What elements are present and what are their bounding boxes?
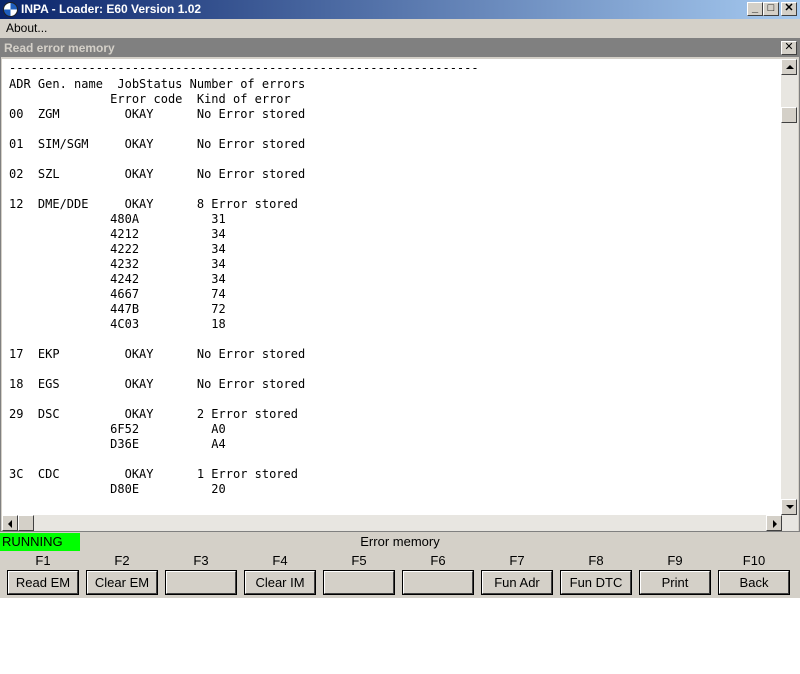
print-button[interactable]: Print — [639, 570, 711, 595]
report-line: 4667 74 — [9, 287, 226, 301]
fkey-label-f9: F9 — [667, 553, 683, 568]
maximize-button[interactable]: □ — [763, 2, 779, 16]
report-line: D36E A4 — [9, 437, 226, 451]
report-line: 01 SIM/SGM OKAY No Error stored — [9, 137, 306, 151]
arrow-down-icon — [786, 505, 794, 509]
fkey-label-f7: F7 — [509, 553, 525, 568]
f3-button[interactable] — [165, 570, 237, 595]
clear-em-button[interactable]: Clear EM — [86, 570, 158, 595]
screen-title: Error memory — [360, 534, 440, 549]
fun-adr-button[interactable]: Fun Adr — [481, 570, 553, 595]
minimize-button[interactable]: _ — [747, 2, 763, 16]
fkey-label-f5: F5 — [351, 553, 367, 568]
clear-im-button[interactable]: Clear IM — [244, 570, 316, 595]
report-line: 4242 34 — [9, 272, 226, 286]
horizontal-scrollbar[interactable] — [2, 515, 798, 531]
error-report-text: ----------------------------------------… — [2, 59, 781, 515]
report-line: 29 DSC OKAY 2 Error stored — [9, 407, 298, 421]
report-line: 6F52 A0 — [9, 422, 226, 436]
menu-item-about[interactable]: About... — [6, 21, 47, 36]
report-header-2: Error code Kind of error — [9, 92, 291, 106]
arrow-right-icon — [773, 520, 777, 528]
report-line: 02 SZL OKAY No Error stored — [9, 167, 306, 181]
vertical-scrollbar[interactable] — [781, 59, 798, 515]
arrow-up-icon — [786, 65, 794, 69]
horizontal-scroll-thumb[interactable] — [18, 515, 34, 531]
report-line: 00 ZGM OKAY No Error stored — [9, 107, 306, 121]
close-button[interactable]: ✕ — [781, 2, 797, 16]
report-line: 12 DME/DDE OKAY 8 Error stored — [9, 197, 298, 211]
report-line: 18 EGS OKAY No Error stored — [9, 377, 306, 391]
status-row: RUNNING Error memory — [0, 532, 800, 552]
fkey-label-f8: F8 — [588, 553, 604, 568]
report-line: 4212 34 — [9, 227, 226, 241]
report-divider: ----------------------------------------… — [9, 61, 479, 75]
report-line: 3C CDC OKAY 1 Error stored — [9, 467, 298, 481]
fkey-label-f1: F1 — [35, 553, 51, 568]
read-em-button[interactable]: Read EM — [7, 570, 79, 595]
report-line: 4232 34 — [9, 257, 226, 271]
report-line: 4222 34 — [9, 242, 226, 256]
report-header-1: ADR Gen. name JobStatus Number of errors — [9, 77, 306, 91]
report-line: 4C03 18 — [9, 317, 226, 331]
fkey-label-f2: F2 — [114, 553, 130, 568]
arrow-left-icon — [8, 520, 12, 528]
child-window-title: Read error memory — [4, 41, 115, 55]
scroll-right-button[interactable] — [766, 515, 782, 531]
menu-bar: About... — [0, 19, 800, 38]
scroll-up-button[interactable] — [781, 59, 797, 75]
title-bar: INPA - Loader: E60 Version 1.02 _ □ ✕ — [0, 0, 800, 19]
fkey-label-f6: F6 — [430, 553, 446, 568]
vertical-scroll-thumb[interactable] — [781, 107, 797, 123]
window-title: INPA - Loader: E60 Version 1.02 — [21, 2, 202, 16]
running-status-badge: RUNNING — [0, 533, 80, 551]
scroll-down-button[interactable] — [781, 499, 797, 515]
read-error-memory-window: Read error memory ✕ --------------------… — [0, 38, 800, 532]
report-line: 447B 72 — [9, 302, 226, 316]
report-line: 480A 31 — [9, 212, 226, 226]
fun-dtc-button[interactable]: Fun DTC — [560, 570, 632, 595]
f5-button[interactable] — [323, 570, 395, 595]
child-title-bar: Read error memory ✕ — [1, 39, 799, 57]
fkey-label-f3: F3 — [193, 553, 209, 568]
function-key-bar: F1 F2 F3 F4 F5 F6 F7 F8 F9 F10 Read EM C… — [0, 552, 800, 598]
f6-button[interactable] — [402, 570, 474, 595]
report-line: D80E 20 — [9, 482, 226, 496]
report-line: 17 EKP OKAY No Error stored — [9, 347, 306, 361]
fkey-label-f10: F10 — [742, 553, 766, 568]
scroll-left-button[interactable] — [2, 515, 18, 531]
bmw-logo-icon — [3, 2, 18, 17]
back-button[interactable]: Back — [718, 570, 790, 595]
fkey-label-f4: F4 — [272, 553, 288, 568]
child-close-button[interactable]: ✕ — [781, 41, 797, 55]
